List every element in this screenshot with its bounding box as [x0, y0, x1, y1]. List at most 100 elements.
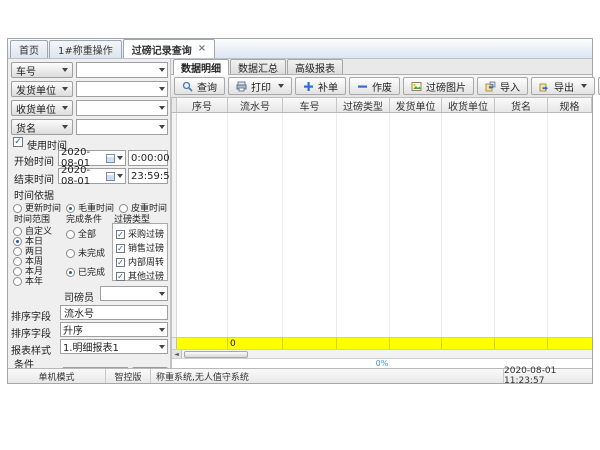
chevron-down-icon — [62, 106, 68, 110]
chevron-down-icon — [159, 125, 165, 129]
checkbox-icon[interactable]: ✓ — [116, 272, 125, 281]
grid-column-header[interactable]: 过磅类型 — [337, 98, 390, 112]
report-style-label: 报表样式 — [11, 342, 51, 357]
grid-body[interactable] — [172, 113, 592, 337]
grid-column-header[interactable]: 规格 — [548, 98, 592, 112]
grid-summary-row: 0 — [172, 337, 592, 349]
weigher-label: 司磅员 — [64, 289, 94, 304]
toolbar-image-button[interactable]: 过磅图片 — [403, 77, 474, 95]
filter-field-select[interactable]: 货名 — [11, 119, 73, 135]
close-icon[interactable]: × — [196, 44, 206, 54]
status-mode: 单机模式 — [8, 369, 106, 383]
sort-order-select[interactable]: 升序 — [60, 322, 168, 337]
main-tab-3[interactable]: 过磅记录查询× — [123, 39, 215, 58]
status-bar: 单机模式 智控版 称重系统,无人值守系统 2020-08-01 11:23:57 — [8, 368, 592, 383]
weigh-type-option[interactable]: ✓采购过磅 — [116, 227, 164, 240]
main-tab-2[interactable]: 1#称重操作 — [49, 40, 122, 58]
start-date-picker[interactable]: 2020-08-01 — [58, 150, 126, 166]
sort-field-input[interactable]: 流水号 — [60, 305, 168, 320]
radio-icon[interactable] — [66, 249, 75, 258]
scrollbar-thumb[interactable] — [184, 351, 248, 358]
end-date-picker[interactable]: 2020-08-01 — [58, 168, 126, 184]
use-time-checkbox[interactable]: ✓ — [13, 137, 23, 147]
chevron-down-icon — [62, 87, 68, 91]
main-tabstrip: 首页 1#称重操作过磅记录查询× — [8, 39, 592, 59]
chevron-down-icon[interactable] — [581, 84, 587, 88]
weigh-type-option[interactable]: ✓内部周转 — [116, 255, 164, 268]
weigh-type-option[interactable]: ✓其他过磅 — [116, 269, 164, 282]
filter-value-combobox[interactable] — [76, 81, 168, 97]
time-range-option[interactable]: 本年 — [13, 274, 43, 287]
toolbar-plus-button[interactable]: 补单 — [295, 77, 346, 95]
add-condition-button[interactable]: 添加 — [132, 367, 168, 368]
radio-label: 本年 — [22, 277, 43, 287]
time-basis-option[interactable]: 更新时间 — [13, 201, 61, 214]
calendar-icon[interactable] — [106, 172, 115, 181]
toolbar-printer-button[interactable]: 打印 — [228, 77, 292, 95]
grid-column-header[interactable]: 序号 — [177, 98, 228, 112]
weigh-type-option[interactable]: ✓销售过磅 — [116, 241, 164, 254]
time-basis-option[interactable]: 毛重时间 — [66, 201, 114, 214]
horizontal-scrollbar[interactable]: ◄ — [172, 349, 592, 358]
filter-value-combobox[interactable] — [76, 119, 168, 135]
radio-icon[interactable] — [66, 268, 75, 277]
grid-column-header[interactable]: 收货单位 — [442, 98, 495, 112]
filter-field-select[interactable]: 收货单位 — [11, 100, 73, 116]
radio-label: 更新时间 — [22, 204, 61, 214]
grid-column-header[interactable]: 流水号 — [228, 98, 283, 112]
grid-body-column — [228, 113, 283, 337]
time-basis-option[interactable]: 皮重时间 — [119, 201, 167, 214]
data-panel: 数据明细数据汇总高级报表 查询打印补单作废过磅图片导入导出设置 序号流水号车号过… — [171, 59, 592, 368]
toolbar-import-button[interactable]: 导入 — [477, 77, 528, 95]
report-style-select[interactable]: 1.明细报表1 — [60, 339, 168, 354]
toolbar-minus-button[interactable]: 作废 — [349, 77, 400, 95]
grid-column-header[interactable]: 发货单位 — [390, 98, 442, 112]
radio-icon[interactable] — [119, 204, 128, 213]
data-tab-1[interactable]: 数据明细 — [173, 59, 229, 75]
status-datetime: 2020-08-01 11:23:57 — [504, 369, 592, 383]
grid-body-column — [390, 113, 442, 337]
filter-value-combobox[interactable] — [76, 100, 168, 116]
weigh-type-label: 采购过磅 — [125, 230, 164, 240]
main-tab-1[interactable]: 首页 — [10, 40, 48, 58]
radio-icon[interactable] — [13, 204, 22, 213]
grid-body-column — [495, 113, 548, 337]
radio-icon[interactable] — [66, 204, 75, 213]
grid-column-header[interactable]: 车号 — [283, 98, 337, 112]
toolbar-button-label: 导入 — [500, 79, 520, 94]
weigher-select[interactable] — [100, 286, 168, 301]
toolbar-export-button[interactable]: 导出 — [531, 77, 595, 95]
filter-value-combobox[interactable] — [76, 62, 168, 78]
radio-icon[interactable] — [66, 230, 75, 239]
grid-column-header[interactable]: 货名 — [495, 98, 548, 112]
data-tab-3[interactable]: 高级报表 — [287, 59, 343, 74]
end-date-value: 2020-08-01 — [61, 165, 104, 187]
end-time-spinner[interactable]: 23:59:59 ▲▼ — [128, 168, 168, 184]
grid-body-column — [337, 113, 390, 337]
toolbar-button-label: 作废 — [372, 79, 392, 94]
filter-row-1: 车号 — [8, 62, 171, 78]
checkbox-icon[interactable]: ✓ — [116, 244, 125, 253]
grid-body-column — [283, 113, 337, 337]
filter-field-select[interactable]: 车号 — [11, 62, 73, 78]
completion-option[interactable]: 未完成 — [66, 246, 105, 259]
calendar-icon[interactable] — [106, 154, 115, 163]
condition-attr-select[interactable]: 车号 — [63, 367, 128, 368]
weigh-type-box: ✓采购过磅✓销售过磅✓内部周转✓其他过磅 — [112, 223, 168, 281]
checkbox-icon[interactable]: ✓ — [116, 258, 125, 267]
start-time-spinner[interactable]: 0:00:00 ▲▼ — [128, 150, 168, 166]
toolbar-search-button[interactable]: 查询 — [174, 77, 225, 95]
status-system-name: 称重系统,无人值守系统 — [151, 369, 504, 383]
data-tab-2[interactable]: 数据汇总 — [230, 59, 286, 74]
checkbox-icon[interactable]: ✓ — [116, 230, 125, 239]
radio-icon[interactable] — [13, 277, 22, 286]
chevron-down-icon[interactable] — [278, 84, 284, 88]
completion-option[interactable]: 全部 — [66, 227, 96, 240]
grid-toolbar: 查询打印补单作废过磅图片导入导出设置 — [171, 75, 592, 98]
main-tab-label: 首页 — [19, 42, 39, 57]
filter-field-select[interactable]: 发货单位 — [11, 81, 73, 97]
completion-option[interactable]: 已完成 — [66, 265, 105, 278]
radio-label: 皮重时间 — [128, 204, 167, 214]
data-subtabs: 数据明细数据汇总高级报表 — [171, 59, 592, 75]
condition-attr-row: 条件属性 车号 添加 — [8, 367, 171, 368]
